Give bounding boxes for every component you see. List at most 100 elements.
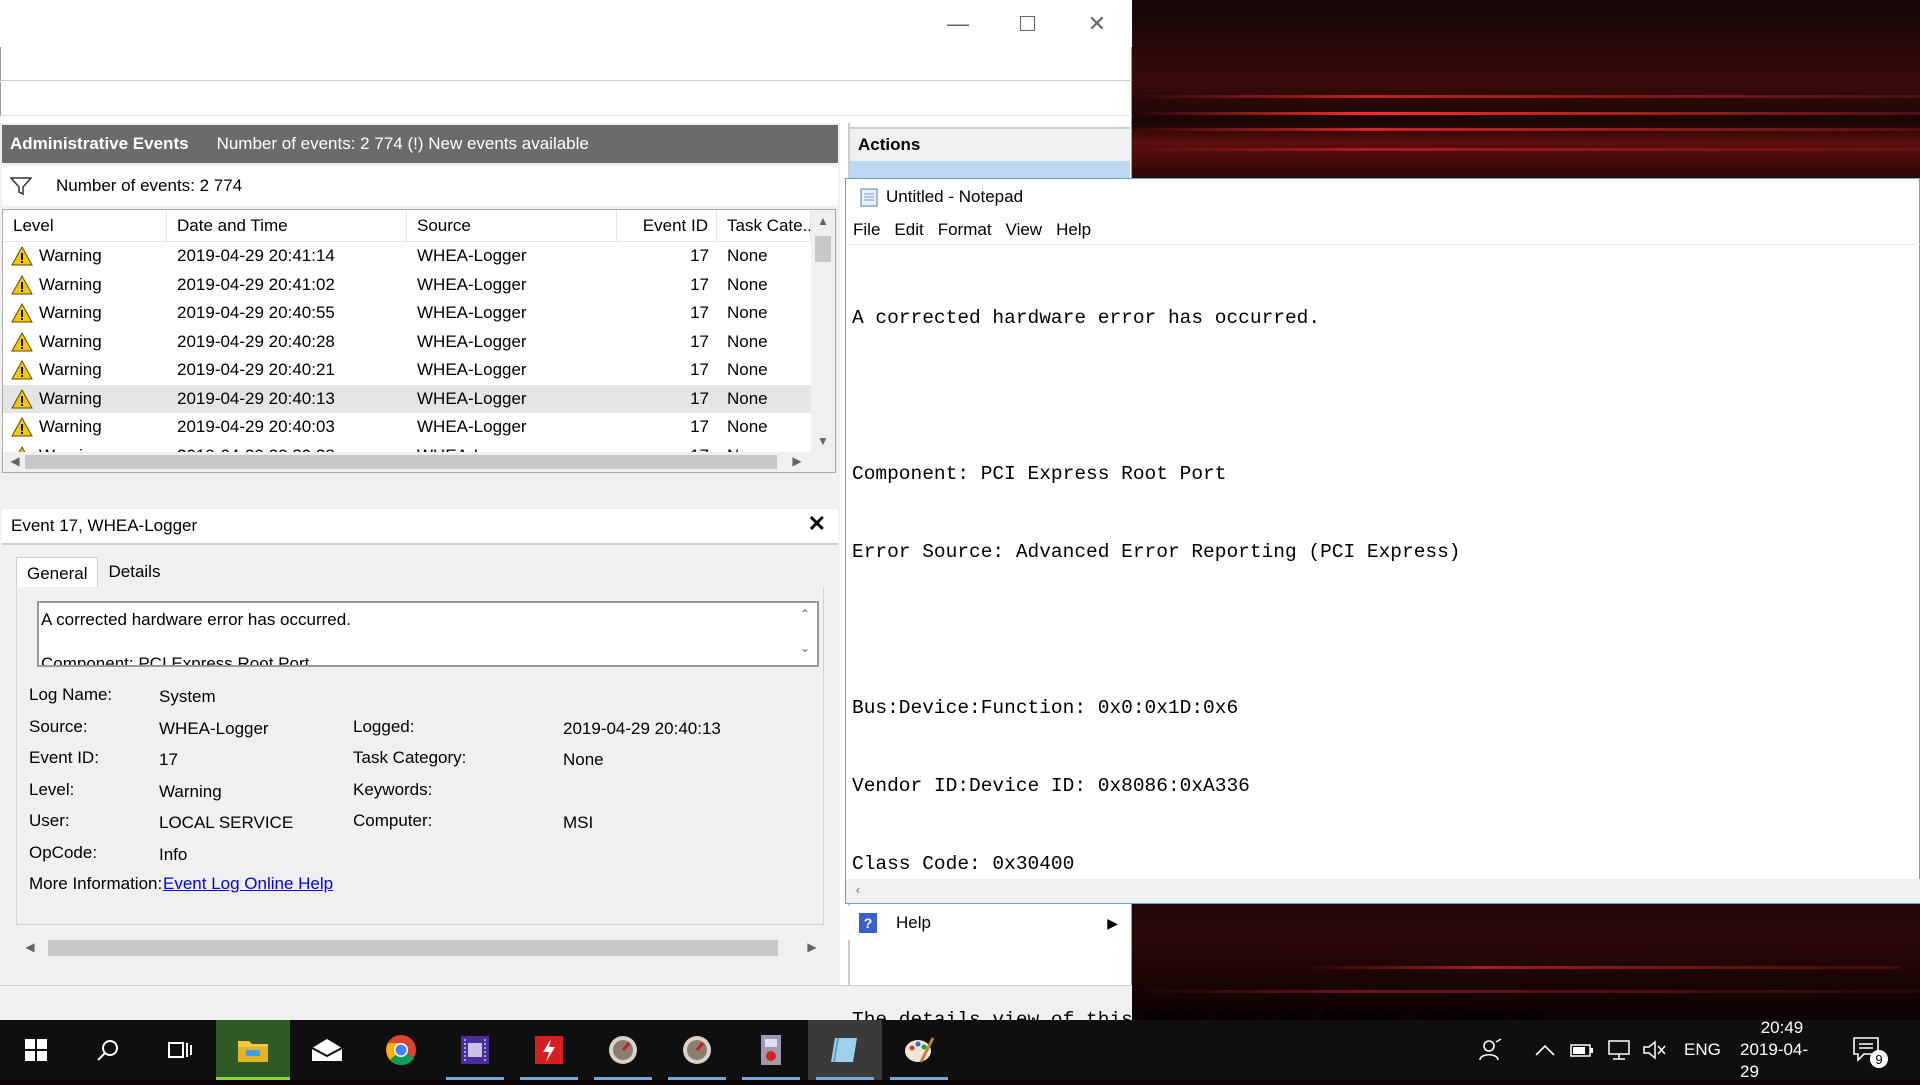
date-cell: 2019-04-29 20:40:13 xyxy=(177,388,335,408)
taskbar-mail[interactable] xyxy=(290,1020,364,1080)
table-row[interactable]: Warning 2019-04-29 20:41:02 WHEA-Logger 17 N… xyxy=(3,271,811,300)
tab-general[interactable]: General xyxy=(16,557,99,589)
volume-muted-icon xyxy=(1643,1040,1666,1060)
network-button[interactable] xyxy=(1606,1020,1632,1080)
scroll-up-icon[interactable]: ⌃ xyxy=(793,607,817,621)
text-line: Vendor ID:Device ID: 0x8086:0xA336 xyxy=(852,775,1250,797)
level-cell: Warning xyxy=(3,388,167,409)
taskbar-gpu-tool[interactable] xyxy=(586,1020,660,1080)
scroll-left-icon[interactable]: ‹ xyxy=(846,883,870,897)
notepad-titlebar[interactable]: Untitled - Notepad xyxy=(846,179,1920,215)
event-id-cell: 17 xyxy=(690,360,709,380)
clock[interactable]: 20:49 2019-04-29 xyxy=(1740,1018,1824,1081)
notepad-text-area[interactable]: A corrected hardware error has occurred.… xyxy=(852,253,1555,1085)
scroll-up-icon[interactable]: ▲ xyxy=(811,214,835,228)
taskbar-gpu-tool-2[interactable] xyxy=(660,1020,734,1080)
table-row[interactable]: Warning 2019-04-29 20:40:13 WHEA-Logger 17 N… xyxy=(3,384,811,413)
level-text: Warning xyxy=(39,331,102,351)
column-header-source[interactable]: Source xyxy=(407,210,617,242)
task-view-button[interactable] xyxy=(144,1020,216,1080)
menu-help[interactable]: Help xyxy=(1056,220,1091,240)
search-button[interactable] xyxy=(72,1020,144,1080)
center-pane: Administrative Events Number of events: … xyxy=(0,123,840,985)
table-row[interactable]: Warning 2019-04-29 20:40:21 WHEA-Logger 17 N… xyxy=(3,356,811,385)
column-header-task-category[interactable]: Task Cate... xyxy=(717,210,811,242)
event-log-online-help-link[interactable]: Event Log Online Help xyxy=(163,874,333,894)
table-row[interactable]: Warning 2019-04-29 20:41:14 WHEA-Logger 17 N… xyxy=(3,242,811,271)
grid-body: Warning 2019-04-29 20:41:14 WHEA-Logger 17 N… xyxy=(3,242,811,470)
wallpaper-streak xyxy=(1130,112,1920,115)
column-header-event-id[interactable]: Event ID xyxy=(617,210,717,242)
level-cell: Warning xyxy=(3,360,167,380)
level-cell: Warning xyxy=(3,303,167,323)
date-cell: 2019-04-29 20:40:21 xyxy=(177,360,335,380)
taskbar-chrome[interactable] xyxy=(364,1020,438,1080)
task-category-value: None xyxy=(563,750,604,769)
app-red-icon xyxy=(535,1036,563,1064)
event-viewer-titlebar[interactable]: — ✕ xyxy=(0,0,1132,47)
scroll-right-icon[interactable]: ▶ xyxy=(785,454,809,468)
event-viewer-menubar xyxy=(0,47,1132,81)
text-line: Component: PCI Express Root Port xyxy=(852,463,1227,485)
taskbar-app-doc[interactable] xyxy=(734,1020,808,1080)
menu-edit[interactable]: Edit xyxy=(894,220,923,240)
scroll-left-icon[interactable]: ◀ xyxy=(18,940,42,954)
scroll-down-icon[interactable]: ▼ xyxy=(811,434,835,448)
show-hidden-icons-button[interactable] xyxy=(1534,1020,1556,1080)
events-horizontal-scrollbar[interactable]: ◀ ▶ xyxy=(3,452,835,472)
volume-button[interactable] xyxy=(1642,1020,1666,1080)
level-label: Level: xyxy=(29,780,75,799)
event-detail-pane: Event 17, WHEA-Logger ✕ General Details … xyxy=(2,509,838,985)
more-information-label: More Information: xyxy=(29,874,163,893)
maximize-button[interactable] xyxy=(992,0,1062,47)
source-cell: WHEA-Logger xyxy=(417,274,527,294)
scroll-down-icon[interactable]: ⌄ xyxy=(793,641,817,655)
column-header-level[interactable]: Level xyxy=(3,210,167,242)
close-icon[interactable]: ✕ xyxy=(808,511,826,537)
menu-format[interactable]: Format xyxy=(938,220,992,240)
taskbar-paint[interactable] xyxy=(882,1020,956,1080)
close-icon: ✕ xyxy=(1087,10,1107,36)
close-button[interactable]: ✕ xyxy=(1062,0,1132,47)
computer-label: Computer: xyxy=(353,811,433,830)
minimize-button[interactable]: — xyxy=(923,0,993,47)
tab-details[interactable]: Details xyxy=(98,557,170,587)
taskbar-file-explorer[interactable] xyxy=(216,1020,290,1080)
table-row[interactable]: Warning 2019-04-29 20:40:28 WHEA-Logger 17 N… xyxy=(3,328,811,357)
menu-file[interactable]: File xyxy=(853,220,880,240)
events-vertical-scrollbar[interactable]: ▲ ▼ xyxy=(811,210,835,454)
event-description-box[interactable]: A corrected hardware error has occurred.… xyxy=(37,601,819,667)
warning-icon xyxy=(11,331,33,352)
table-row[interactable]: Warning 2019-04-29 20:40:55 WHEA-Logger 17 N… xyxy=(3,299,811,328)
notepad-horizontal-scrollbar[interactable]: ‹ xyxy=(846,879,1920,903)
battery-button[interactable] xyxy=(1570,1020,1594,1080)
warning-icon xyxy=(11,360,33,380)
warning-icon xyxy=(11,417,33,437)
task-category-label: Task Category: xyxy=(353,748,467,767)
event-id-value: 17 xyxy=(159,750,178,769)
scroll-left-icon[interactable]: ◀ xyxy=(3,454,27,468)
action-help[interactable]: ? Help ▶ xyxy=(848,906,1130,940)
taskbar-cpu-z[interactable] xyxy=(438,1020,512,1080)
taskbar-app-red[interactable] xyxy=(512,1020,586,1080)
text-line: A corrected hardware error has occurred. xyxy=(852,307,1321,329)
people-button[interactable] xyxy=(1478,1020,1504,1080)
chrome-icon xyxy=(386,1035,416,1066)
actions-title: Actions xyxy=(850,127,1130,161)
detail-horizontal-scrollbar[interactable]: ◀ ▶ xyxy=(16,937,824,959)
scroll-right-icon[interactable]: ▶ xyxy=(800,940,824,954)
scroll-thumb[interactable] xyxy=(48,940,778,956)
column-header-date[interactable]: Date and Time xyxy=(167,210,407,242)
table-row[interactable]: Warning 2019-04-29 20:40:03 WHEA-Logger 17 N… xyxy=(3,413,811,442)
taskbar-notepad[interactable] xyxy=(808,1020,882,1080)
event-detail-title-bar: Event 17, WHEA-Logger ✕ xyxy=(2,509,838,545)
cpu-z-icon xyxy=(461,1036,489,1064)
scroll-thumb[interactable] xyxy=(25,455,777,469)
language-indicator[interactable]: ENG xyxy=(1684,1020,1721,1080)
start-button[interactable] xyxy=(0,1020,72,1080)
task-category-cell: None xyxy=(727,417,768,437)
action-center-button[interactable]: 9 xyxy=(1852,1020,1888,1080)
scroll-thumb[interactable] xyxy=(815,236,831,262)
menu-view[interactable]: View xyxy=(1006,220,1043,240)
description-scrollbar[interactable]: ⌃ ⌄ xyxy=(793,603,817,665)
